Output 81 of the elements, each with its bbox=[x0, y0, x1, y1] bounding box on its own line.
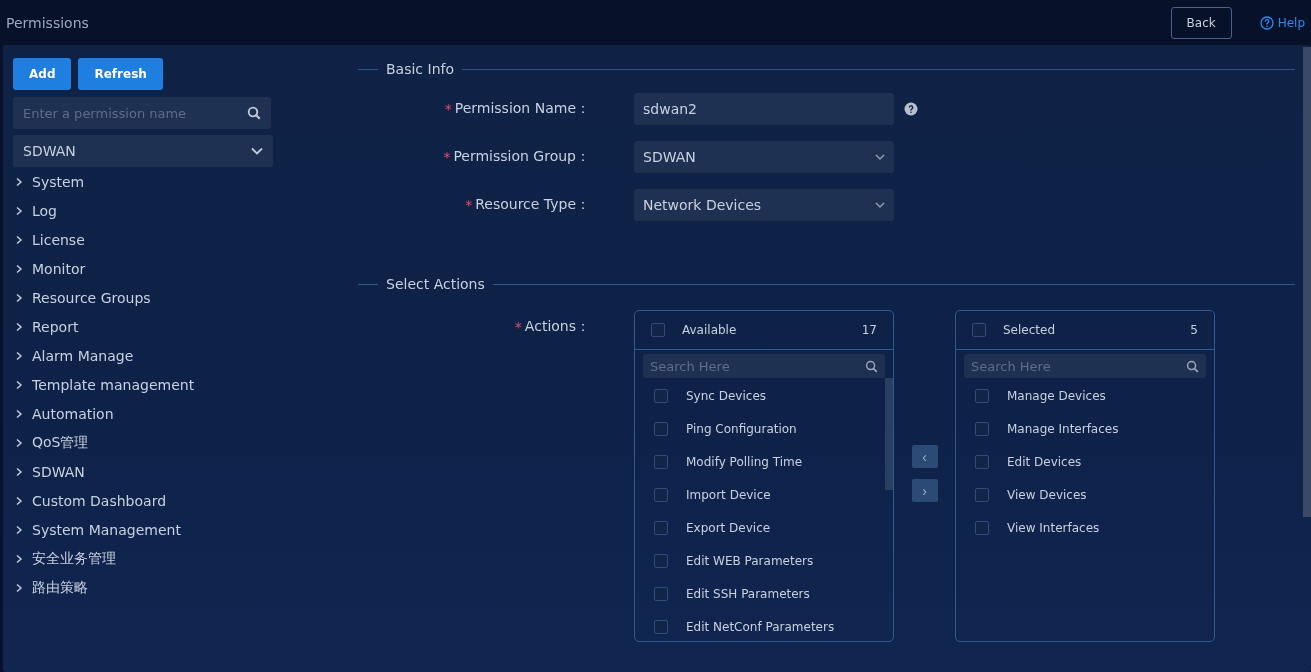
required-mark: * bbox=[465, 197, 473, 213]
page-scrollbar[interactable] bbox=[1303, 47, 1311, 517]
tree-item[interactable]: Resource Groups bbox=[13, 283, 283, 312]
group-select[interactable]: SDWAN bbox=[13, 135, 273, 167]
list-item[interactable]: Manage Devices bbox=[956, 379, 1214, 412]
move-right-button[interactable]: › bbox=[911, 479, 938, 502]
tree-item[interactable]: Monitor bbox=[13, 254, 283, 283]
list-item[interactable]: View Devices bbox=[956, 478, 1214, 511]
list-item[interactable]: Edit SSH Parameters bbox=[635, 577, 885, 610]
checkbox[interactable] bbox=[654, 553, 668, 568]
chevron-down-icon bbox=[251, 147, 263, 155]
panel-title: Selected bbox=[1003, 323, 1057, 337]
tree-item[interactable]: 安全业务管理 bbox=[13, 544, 283, 573]
help-link[interactable]: Help bbox=[1259, 15, 1305, 30]
search-icon bbox=[865, 360, 878, 373]
checkbox[interactable] bbox=[654, 388, 668, 403]
field-label: Resource Type： bbox=[475, 196, 590, 214]
field-label: Actions： bbox=[524, 318, 590, 336]
checkbox[interactable] bbox=[654, 487, 668, 502]
tree-item[interactable]: Automation bbox=[13, 399, 283, 428]
tree-item[interactable]: License bbox=[13, 225, 283, 254]
checkbox[interactable] bbox=[651, 323, 665, 337]
search-icon bbox=[1186, 360, 1199, 373]
section-title: Basic Info bbox=[386, 61, 454, 77]
list-item[interactable]: Manage Interfaces bbox=[956, 412, 1214, 445]
move-left-button[interactable]: ‹ bbox=[911, 445, 938, 468]
tree-item[interactable]: SDWAN bbox=[13, 457, 283, 486]
required-mark: * bbox=[514, 319, 522, 335]
list-item[interactable]: Edit WEB Parameters bbox=[635, 544, 885, 577]
section-title: Select Actions bbox=[386, 276, 485, 292]
checkbox[interactable] bbox=[654, 520, 668, 535]
checkbox[interactable] bbox=[975, 388, 989, 403]
required-mark: * bbox=[444, 101, 452, 117]
tree-item[interactable]: QoS管理 bbox=[13, 428, 283, 457]
search-icon bbox=[247, 106, 261, 120]
name-input[interactable]: sdwan2 bbox=[634, 93, 894, 125]
field-label: Permission Name： bbox=[454, 100, 590, 118]
checkbox[interactable] bbox=[975, 520, 989, 535]
chevron-down-icon bbox=[875, 202, 885, 208]
help-icon bbox=[1259, 15, 1274, 30]
checkbox[interactable] bbox=[975, 454, 989, 469]
field-label: Permission Group： bbox=[453, 148, 590, 166]
list-item[interactable]: Edit NetConf Parameters bbox=[635, 610, 885, 641]
list-item[interactable]: Sync Devices bbox=[635, 379, 885, 412]
list-item[interactable]: Edit Devices bbox=[956, 445, 1214, 478]
tree-item[interactable]: Report bbox=[13, 312, 283, 341]
tree-item[interactable]: System bbox=[13, 167, 283, 196]
tree-item[interactable]: Template management bbox=[13, 370, 283, 399]
required-mark: * bbox=[443, 149, 451, 165]
list-item[interactable]: View Interfaces bbox=[956, 511, 1214, 544]
help-icon[interactable] bbox=[904, 102, 918, 116]
dropdown-field[interactable]: SDWAN bbox=[634, 141, 894, 173]
chevron-down-icon bbox=[875, 154, 885, 160]
list-item[interactable]: Import Device bbox=[635, 478, 885, 511]
checkbox[interactable] bbox=[975, 487, 989, 502]
checkbox[interactable] bbox=[972, 323, 986, 337]
checkbox[interactable] bbox=[654, 421, 668, 436]
checkbox[interactable] bbox=[975, 421, 989, 436]
page-title: Permissions bbox=[6, 14, 89, 31]
item-count: 5 bbox=[1190, 323, 1198, 337]
tree-item[interactable]: Alarm Manage bbox=[13, 341, 283, 370]
scrollbar-thumb[interactable] bbox=[885, 378, 893, 490]
checkbox[interactable] bbox=[654, 586, 668, 601]
tree-item[interactable]: Log bbox=[13, 196, 283, 225]
tree-item[interactable]: 路由策略 bbox=[13, 573, 283, 602]
search-field[interactable]: Enter a permission name bbox=[13, 97, 271, 129]
checkbox[interactable] bbox=[654, 619, 668, 634]
tree-item[interactable]: System Management bbox=[13, 515, 283, 544]
refresh-button[interactable]: Refresh bbox=[78, 58, 163, 90]
dropdown-field[interactable]: Network Devices bbox=[634, 189, 894, 221]
list-item[interactable]: Export Device bbox=[635, 511, 885, 544]
checkbox[interactable] bbox=[654, 454, 668, 469]
list-item[interactable]: Ping Configuration bbox=[635, 412, 885, 445]
back-button[interactable]: Back bbox=[1170, 6, 1232, 39]
item-count: 17 bbox=[861, 323, 877, 337]
add-button[interactable]: Add bbox=[13, 58, 72, 90]
search-field[interactable]: Search Here bbox=[643, 354, 885, 378]
panel-title: Available bbox=[682, 323, 738, 337]
search-field[interactable]: Search Here bbox=[964, 354, 1206, 378]
list-item[interactable]: Modify Polling Time bbox=[635, 445, 885, 478]
tree-item[interactable]: Custom Dashboard bbox=[13, 486, 283, 515]
